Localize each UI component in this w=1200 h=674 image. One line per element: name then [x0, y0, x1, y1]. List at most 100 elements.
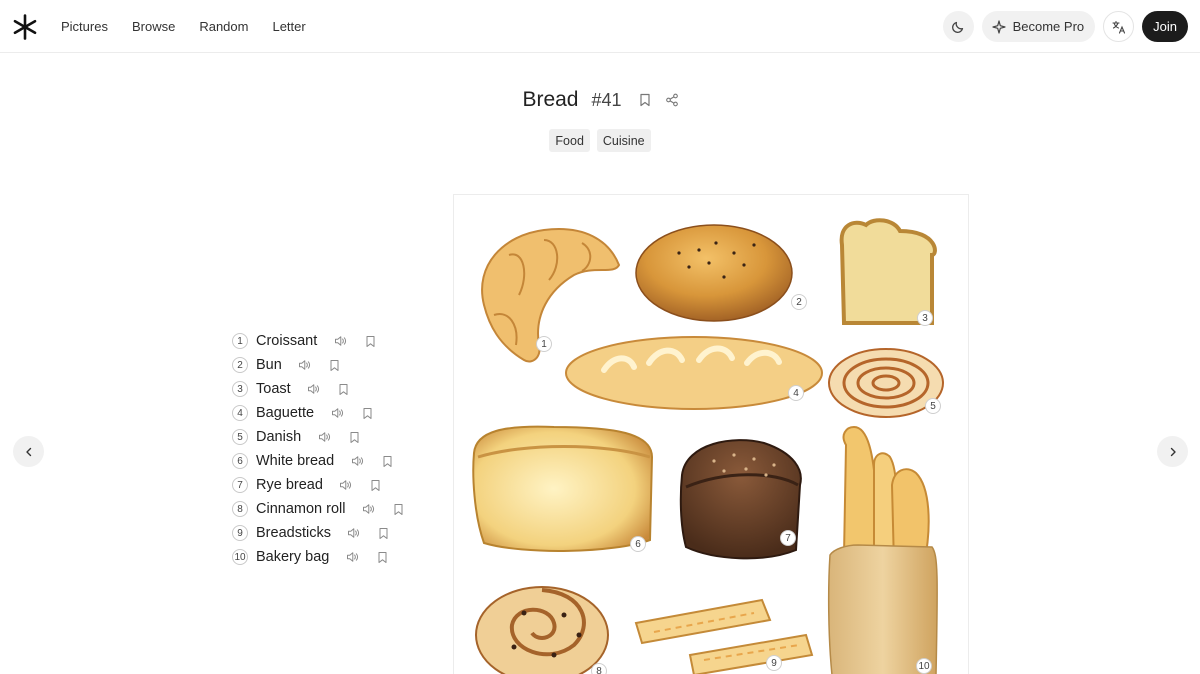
word-number-badge: 6: [232, 453, 248, 469]
illustration-label-3: 3: [917, 310, 933, 326]
bookmark-icon[interactable]: [360, 406, 374, 420]
word-row: 7 Rye bread: [232, 473, 421, 497]
theme-toggle-button[interactable]: [942, 11, 974, 42]
page-title: Bread: [522, 88, 579, 111]
word-label[interactable]: Bakery bag: [256, 549, 329, 565]
illustration-label-2: 2: [791, 294, 807, 310]
word-label[interactable]: White bread: [256, 453, 334, 469]
white-bread-drawing: [472, 425, 654, 552]
become-pro-button[interactable]: Become Pro: [981, 11, 1096, 42]
word-row: 4 Baguette: [232, 401, 421, 425]
word-number-badge: 1: [232, 333, 248, 349]
illustration-label-10: 10: [916, 658, 932, 674]
word-number-badge: 10: [232, 549, 248, 565]
bread-illustration-art: [472, 218, 944, 674]
breadsticks-drawing: [634, 598, 814, 674]
top-navbar: Pictures Browse Random Letter Become Pro: [0, 0, 1200, 53]
illustration-label-1: 1: [536, 336, 552, 352]
header-actions: Become Pro Join: [942, 11, 1188, 42]
word-label[interactable]: Cinnamon roll: [256, 501, 345, 517]
title-group: Bread #41: [522, 88, 681, 112]
illustration-label-6: 6: [630, 536, 646, 552]
bakery-bag-drawing: [827, 425, 938, 674]
toast-drawing: [839, 218, 937, 325]
previous-button[interactable]: [13, 436, 44, 467]
illustration-label-5: 5: [925, 398, 941, 414]
translate-icon: [1112, 20, 1125, 34]
word-label[interactable]: Croissant: [256, 333, 317, 349]
nav-random[interactable]: Random: [199, 19, 248, 34]
illustration-label-8: 8: [591, 663, 607, 674]
word-number-badge: 2: [232, 357, 248, 373]
word-label[interactable]: Bun: [256, 357, 282, 373]
illustration-label-9: 9: [766, 655, 782, 671]
word-label[interactable]: Rye bread: [256, 477, 323, 493]
word-row: 10 Bakery bag: [232, 545, 421, 569]
word-row: 5 Danish: [232, 425, 421, 449]
nav-pictures[interactable]: Pictures: [61, 19, 108, 34]
speaker-icon[interactable]: [339, 478, 353, 492]
cinnamon-roll-drawing: [475, 586, 609, 674]
speaker-icon[interactable]: [298, 358, 312, 372]
speaker-icon[interactable]: [330, 406, 344, 420]
word-row: 3 Toast: [232, 377, 421, 401]
word-list: 1 Croissant 2 Bun 3 Toast 4 Baguette 5 Danish 6 Whi…: [232, 329, 421, 569]
speaker-icon[interactable]: [361, 502, 375, 516]
word-label[interactable]: Danish: [256, 429, 301, 445]
join-button[interactable]: Join: [1142, 11, 1188, 42]
tag-cuisine[interactable]: Cuisine: [596, 129, 651, 152]
word-row: 6 White bread: [232, 449, 421, 473]
bookmark-icon[interactable]: [347, 430, 361, 444]
word-label[interactable]: Breadsticks: [256, 525, 331, 541]
join-label: Join: [1153, 19, 1177, 34]
speaker-icon[interactable]: [347, 526, 361, 540]
bookmark-icon[interactable]: [337, 382, 351, 396]
sparkle-icon: [991, 19, 1006, 34]
share-icon: [665, 93, 678, 107]
word-number-badge: 3: [232, 381, 248, 397]
tag-list: Food Cuisine: [0, 129, 1200, 152]
bookmark-icon[interactable]: [363, 334, 377, 348]
word-label[interactable]: Baguette: [256, 405, 314, 421]
tag-food[interactable]: Food: [549, 129, 590, 152]
bookmark-icon[interactable]: [377, 526, 391, 540]
share-button[interactable]: [662, 90, 682, 110]
bun-drawing: [635, 224, 793, 322]
word-row: 9 Breadsticks: [232, 521, 421, 545]
chevron-left-icon: [25, 447, 31, 456]
bookmark-icon[interactable]: [328, 358, 342, 372]
baguette-drawing: [565, 336, 823, 410]
bookmark-icon[interactable]: [375, 550, 389, 564]
word-number-badge: 9: [232, 525, 248, 541]
speaker-icon[interactable]: [307, 382, 321, 396]
nav-letter[interactable]: Letter: [272, 19, 305, 34]
speaker-icon[interactable]: [333, 334, 347, 348]
become-pro-label: Become Pro: [1012, 19, 1085, 34]
word-number-badge: 5: [232, 429, 248, 445]
asterisk-logo-icon[interactable]: [12, 14, 38, 40]
word-row: 8 Cinnamon roll: [232, 497, 421, 521]
word-row: 1 Croissant: [232, 329, 421, 353]
bookmark-icon[interactable]: [369, 478, 383, 492]
speaker-icon[interactable]: [345, 550, 359, 564]
nav-browse[interactable]: Browse: [132, 19, 175, 34]
language-button[interactable]: [1103, 11, 1135, 42]
chevron-right-icon: [1170, 447, 1176, 456]
bread-illustration: 1 2 3 4 5 6 7 8 9 10: [453, 194, 969, 674]
next-button[interactable]: [1157, 436, 1188, 467]
word-number-badge: 7: [232, 477, 248, 493]
illustration-label-4: 4: [788, 385, 804, 401]
bookmark-icon: [639, 93, 650, 107]
title-row: Bread #41: [0, 88, 1200, 112]
word-row: 2 Bun: [232, 353, 421, 377]
word-label[interactable]: Toast: [256, 381, 291, 397]
illustration-label-7: 7: [780, 530, 796, 546]
bookmark-icon[interactable]: [380, 454, 394, 468]
speaker-icon[interactable]: [317, 430, 331, 444]
word-number-badge: 4: [232, 405, 248, 421]
moon-icon: [952, 21, 964, 33]
page-number: #41: [591, 89, 622, 110]
speaker-icon[interactable]: [350, 454, 364, 468]
bookmark-icon[interactable]: [391, 502, 405, 516]
bookmark-page-button[interactable]: [635, 90, 655, 110]
